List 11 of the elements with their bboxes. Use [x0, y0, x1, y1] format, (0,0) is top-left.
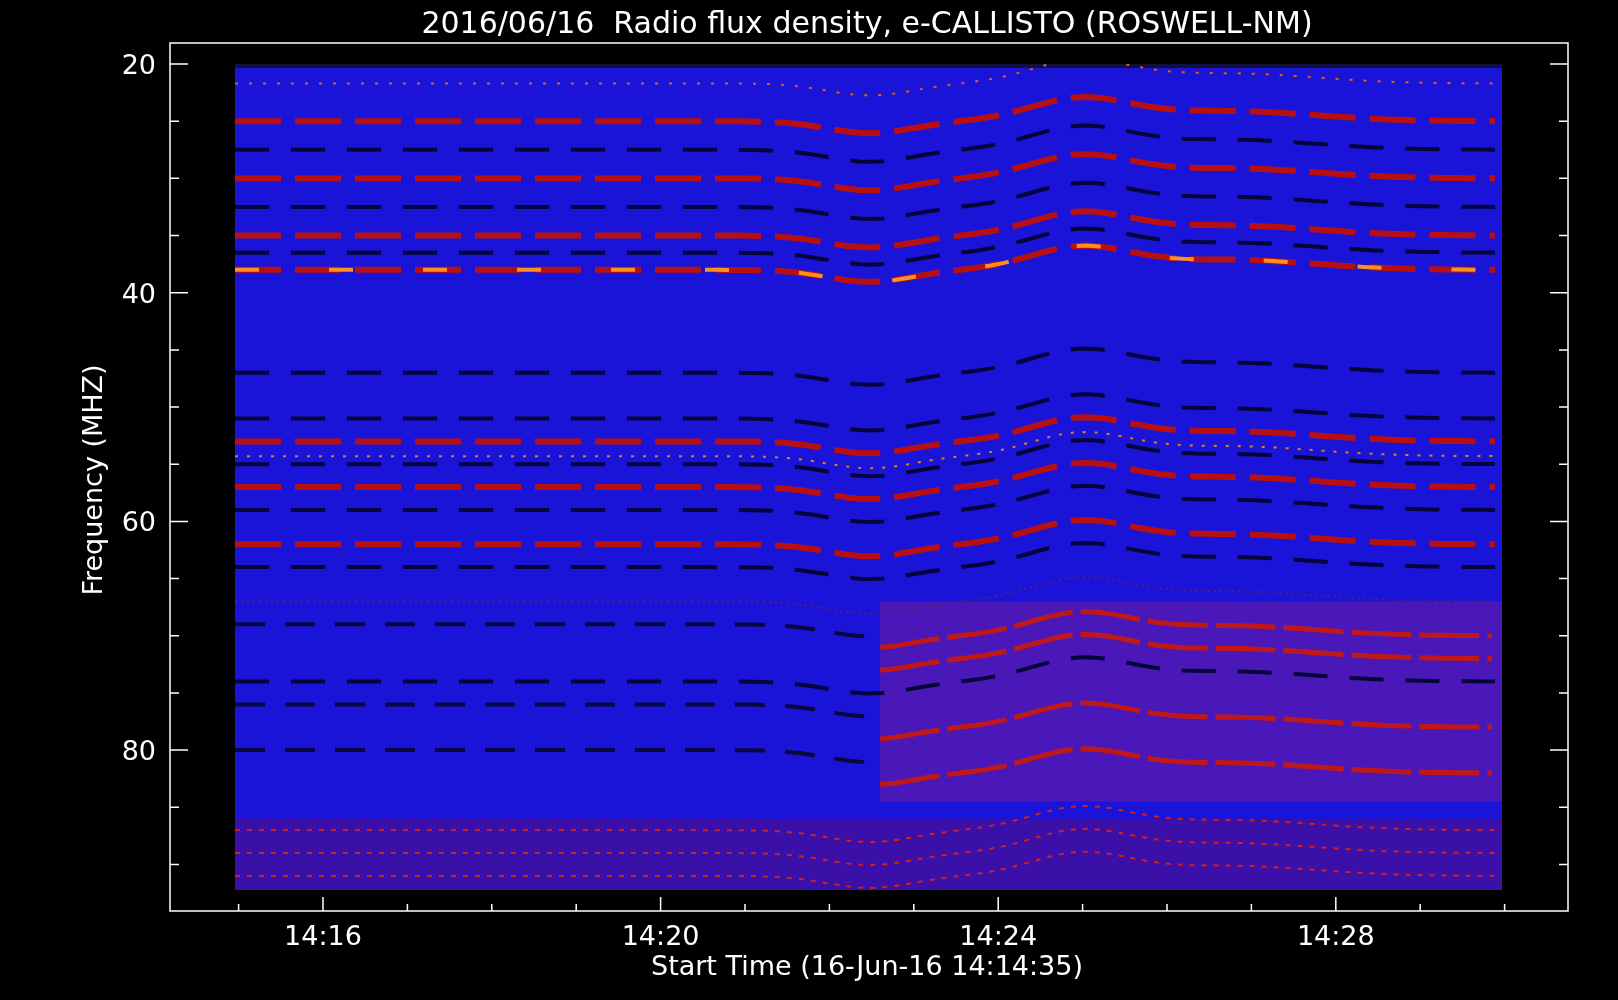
axis-label: Start Time (16-Jun-16 14:14:35): [651, 950, 1083, 981]
tick-label: 14:24: [959, 920, 1038, 951]
tick-label: 20: [121, 49, 156, 80]
tick-label: 14:20: [621, 920, 700, 951]
chart-title: 2016/06/16 Radio flux density, e-CALLISTO (ROSWELL-NM): [421, 5, 1313, 40]
tick-label: 40: [121, 277, 156, 309]
tick-label: 80: [121, 735, 156, 767]
tick-label: 60: [121, 506, 156, 538]
axis-label: Frequency (MHZ): [77, 364, 108, 596]
tick-label: 14:28: [1296, 920, 1375, 951]
tick-label: 14:16: [284, 920, 362, 951]
